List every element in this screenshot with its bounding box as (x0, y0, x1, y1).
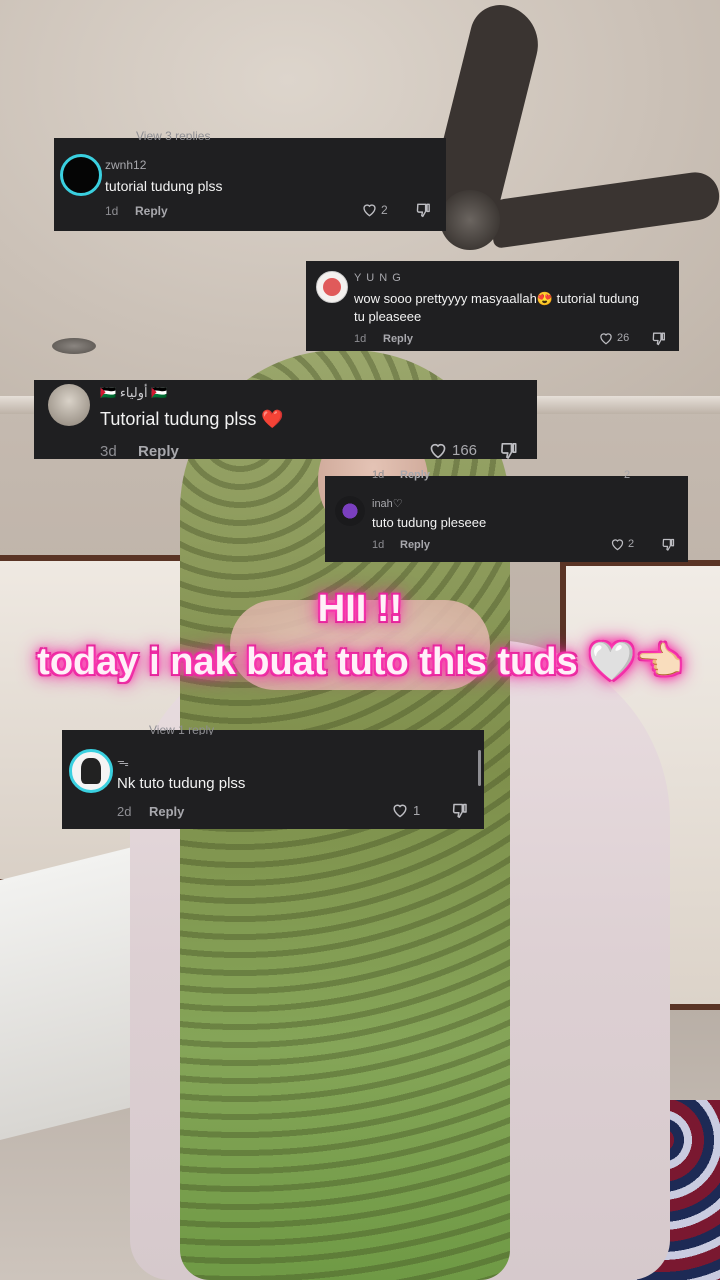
video-caption-line1: HII !! (317, 588, 403, 630)
dislike-icon (662, 538, 675, 551)
comment-age: 3d (100, 443, 117, 460)
like-count: 2 (381, 202, 388, 217)
comment-age: 1d (372, 539, 385, 551)
avatar[interactable] (335, 496, 365, 526)
reply-button[interactable]: Reply (383, 333, 413, 345)
dislike-button[interactable] (499, 441, 519, 460)
comment-age: 1d (354, 333, 367, 345)
comment-text: Tutorial tudung plss ❤️ (100, 409, 284, 429)
comment-card[interactable]: 1d Reply 2 inah♡ tuto tudung pleseee 1d … (325, 470, 688, 562)
comment-text: tutorial tudung plss (105, 178, 223, 194)
dislike-icon (652, 332, 665, 346)
dislike-icon (416, 203, 430, 218)
avatar-figure (81, 758, 101, 784)
like-count: 2 (628, 538, 635, 550)
comment-age: 2d (117, 804, 132, 819)
video-caption-line2: today i nak buat tuto this tuds 🤍👈🏻 (37, 641, 683, 683)
comment-username[interactable]: inah♡ (372, 497, 403, 510)
heart-icon (430, 443, 446, 459)
comment-age: 1d (372, 470, 385, 481)
heart-icon (363, 204, 376, 217)
like-button[interactable]: 166 (428, 441, 477, 459)
like-button[interactable]: 2 (361, 202, 388, 217)
comment-text: Nk tuto tudung plss (117, 775, 246, 792)
like-button[interactable]: 2 (610, 537, 634, 551)
heart-icon (393, 804, 407, 818)
comment-age: 1d (105, 204, 119, 218)
view-replies-label[interactable]: View 1 reply (149, 724, 214, 735)
background-fan-hub (440, 190, 500, 250)
reply-button[interactable]: Reply (149, 804, 184, 819)
comment-text: wow sooo prettyyyy masyaallah😍 tutorial … (354, 291, 639, 306)
video-frame[interactable]: View 3 replies zwnh12 tutorial tudung pl… (0, 0, 720, 1280)
heart-icon (611, 539, 624, 551)
comment-card[interactable]: Y U N G wow sooo prettyyyy masyaallah😍 t… (306, 261, 679, 351)
background-ceiling-lamp (52, 338, 96, 354)
comment-username[interactable]: ᯓ (117, 753, 129, 770)
reply-button[interactable]: Reply (135, 204, 168, 218)
reply-button[interactable]: Reply (400, 539, 430, 551)
reply-button[interactable]: Reply (138, 443, 179, 460)
like-count: 1 (413, 802, 421, 818)
like-button[interactable]: 1 (391, 802, 420, 818)
like-button[interactable]: 26 (598, 331, 629, 345)
scrollbar[interactable] (478, 750, 481, 786)
comment-text: tuto tudung pleseee (372, 515, 487, 530)
like-count: 2 (624, 470, 631, 481)
dislike-icon (501, 443, 517, 459)
above-comment-meta: 1d Reply 2 (325, 470, 688, 481)
comment-card[interactable]: View 3 replies zwnh12 tutorial tudung pl… (54, 130, 446, 231)
comment-username[interactable]: zwnh12 (105, 158, 146, 172)
comment-username[interactable]: 🇵🇸 أولياء 🇵🇸 (100, 385, 167, 401)
avatar[interactable] (69, 749, 113, 793)
view-replies-label[interactable]: View 3 replies (136, 130, 210, 140)
like-count: 166 (452, 441, 478, 459)
avatar-figure (323, 278, 341, 296)
dislike-icon (452, 803, 467, 818)
comment-card[interactable]: View 1 reply ᯓ Nk tuto tudung plss 2d Re… (62, 724, 484, 829)
heart-icon (600, 333, 612, 345)
dislike-button[interactable] (651, 331, 667, 346)
comment-text-line2: tu pleaseee (354, 309, 422, 324)
avatar[interactable] (48, 384, 90, 426)
like-count: 26 (617, 332, 630, 344)
reply-button[interactable]: Reply (400, 470, 430, 481)
dislike-button[interactable] (451, 802, 469, 819)
comment-card[interactable]: 🇵🇸 أولياء 🇵🇸 Tutorial tudung plss ❤️ 3d … (34, 380, 537, 460)
avatar[interactable] (316, 271, 348, 303)
comment-username[interactable]: Y U N G (354, 272, 402, 284)
avatar[interactable] (60, 154, 102, 196)
dislike-button[interactable] (415, 202, 432, 218)
dislike-button[interactable] (661, 537, 676, 552)
